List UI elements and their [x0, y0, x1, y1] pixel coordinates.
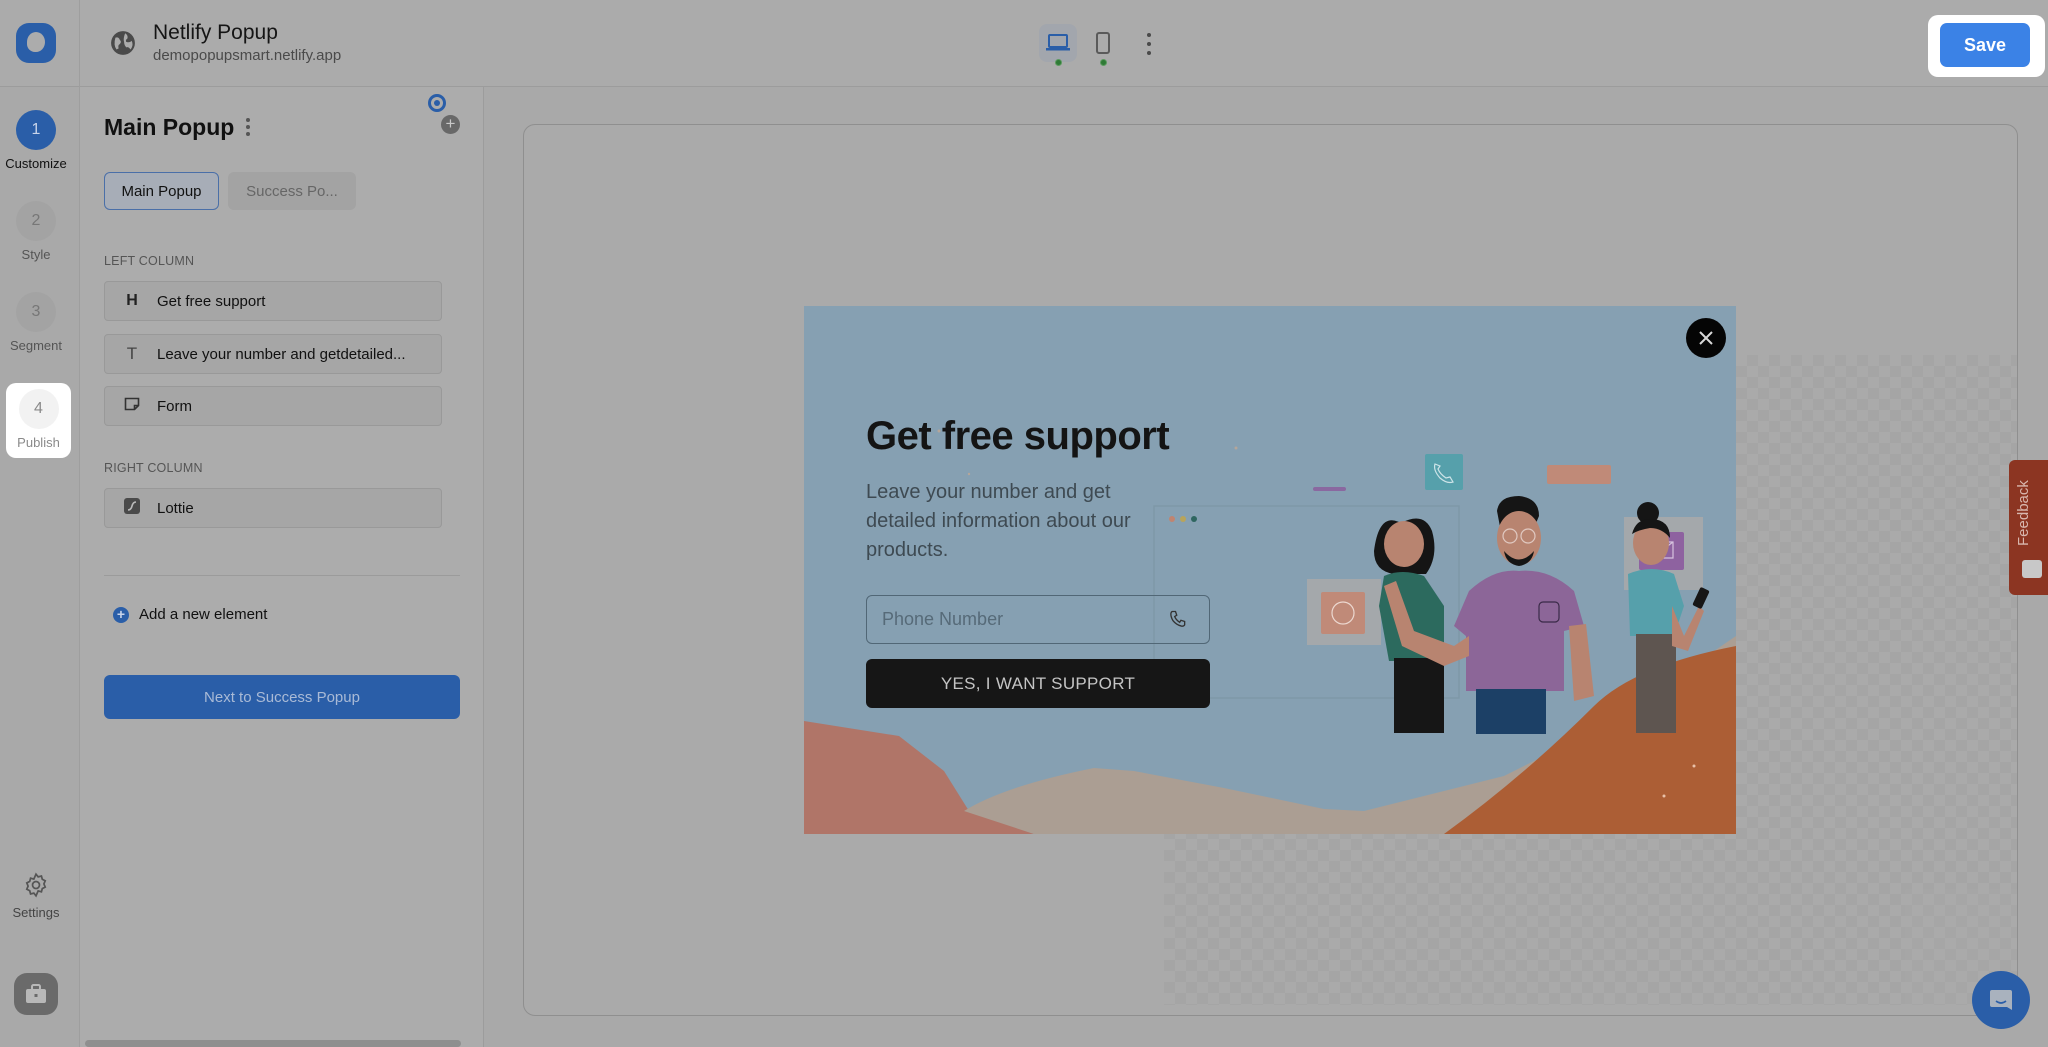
woman-right-pants — [1636, 634, 1676, 733]
speck — [1234, 446, 1238, 450]
chat-widget-button[interactable] — [1972, 971, 2030, 1029]
heading-icon: H — [126, 292, 138, 309]
close-icon — [1699, 331, 1713, 345]
briefcase-icon — [26, 984, 46, 1003]
tab-main-popup[interactable]: Main Popup — [104, 172, 219, 210]
element-heading[interactable]: H Get free support — [104, 281, 442, 321]
man-pants — [1476, 689, 1546, 734]
step-segment[interactable]: 3 Segment — [0, 292, 72, 353]
phone-card — [1425, 454, 1463, 490]
desktop-view-button[interactable] — [1039, 24, 1077, 66]
step-customize[interactable]: 1 Customize — [0, 110, 72, 171]
element-text[interactable]: T Leave your number and getdetailed... — [104, 334, 442, 374]
purple-bar — [1313, 487, 1346, 491]
element-form[interactable]: Form — [104, 386, 442, 426]
element-panel: Main Popup + Main Popup Success Po... LE… — [80, 87, 484, 1047]
top-header: Netlify Popup demopopupsmart.netlify.app… — [0, 0, 2048, 87]
gear-icon — [25, 872, 47, 898]
lottie-icon — [120, 497, 144, 519]
element-lottie[interactable]: Lottie — [104, 488, 442, 528]
status-dot — [1055, 59, 1062, 66]
step-style[interactable]: 2 Style — [0, 201, 72, 262]
dot — [1169, 516, 1175, 522]
mobile-view-button[interactable] — [1084, 24, 1122, 66]
dot — [1191, 516, 1197, 522]
panel-options-icon[interactable] — [244, 118, 252, 136]
add-element-label: Add a new element — [139, 606, 268, 623]
save-button[interactable]: Save — [1940, 23, 2030, 67]
step-number: 1 — [16, 110, 56, 150]
woman-left-pants — [1394, 658, 1444, 733]
save-highlight: Save — [1928, 15, 2045, 77]
step-number: 2 — [16, 201, 56, 241]
popup-preview[interactable]: Get free support Leave your number and g… — [804, 306, 1736, 834]
popup-illustration — [804, 429, 1736, 834]
phone-held — [1692, 587, 1710, 609]
plus-circle-icon: + — [113, 606, 129, 623]
feedback-smile-icon — [2022, 560, 2042, 578]
target-icon[interactable] — [428, 94, 446, 112]
feedback-label: Feedback — [2015, 480, 2032, 546]
next-to-success-button[interactable]: Next to Success Popup — [104, 675, 460, 719]
element-label: Form — [157, 397, 192, 415]
step-label: Customize — [5, 156, 67, 171]
site-title: Netlify Popup — [153, 21, 278, 44]
popup-description: Leave your number and get detailed infor… — [866, 481, 1131, 561]
form-icon — [120, 397, 144, 416]
laptop-icon — [1046, 34, 1070, 51]
tab-success-popup[interactable]: Success Po... — [228, 172, 356, 210]
speck — [967, 472, 971, 476]
step-publish[interactable]: 4 Publish — [6, 383, 71, 458]
cta-button[interactable]: YES, I WANT SUPPORT — [866, 659, 1210, 708]
text-icon: T — [126, 344, 138, 363]
man-right-arm — [1569, 624, 1594, 701]
feedback-tab[interactable]: Feedback — [2009, 460, 2048, 595]
settings-label: Settings — [12, 905, 60, 920]
step-label: Publish — [17, 435, 60, 450]
man-shirt — [1454, 570, 1584, 691]
step-number: 4 — [18, 389, 59, 429]
globe-icon — [111, 31, 135, 55]
status-dot — [1100, 59, 1107, 66]
workspace-button[interactable] — [14, 973, 58, 1015]
globe-card — [1321, 592, 1365, 634]
mobile-icon — [1096, 32, 1110, 54]
left-column-label: LEFT COLUMN — [104, 254, 195, 268]
step-label: Style — [21, 247, 51, 262]
add-element-button[interactable]: + Add a new element — [113, 606, 267, 623]
step-label: Segment — [9, 338, 63, 353]
more-options-icon[interactable] — [1143, 33, 1155, 55]
step-number: 3 — [16, 292, 56, 332]
element-label: Lottie — [157, 499, 194, 517]
speck — [1692, 764, 1696, 768]
panel-divider — [104, 575, 460, 576]
add-circle-icon[interactable]: + — [441, 115, 460, 134]
woman-left-face — [1384, 521, 1424, 567]
app-logo[interactable] — [16, 23, 56, 63]
element-label: Leave your number and getdetailed... — [157, 345, 406, 363]
close-popup-button[interactable] — [1686, 318, 1726, 358]
dot — [1180, 516, 1186, 522]
panel-scrollbar[interactable] — [85, 1040, 461, 1047]
settings-button[interactable]: Settings — [0, 872, 72, 920]
phone-icon — [1170, 610, 1186, 627]
element-label: Get free support — [157, 292, 266, 310]
chat-icon — [1990, 990, 2012, 1010]
right-column-label: RIGHT COLUMN — [104, 461, 203, 475]
site-url: demopopupsmart.netlify.app — [153, 47, 342, 64]
popup-heading: Get free support — [866, 414, 1170, 458]
speck — [1662, 794, 1666, 798]
chat-bubble — [1547, 465, 1611, 484]
panel-title: Main Popup — [104, 114, 235, 140]
phone-number-input[interactable] — [866, 595, 1210, 644]
